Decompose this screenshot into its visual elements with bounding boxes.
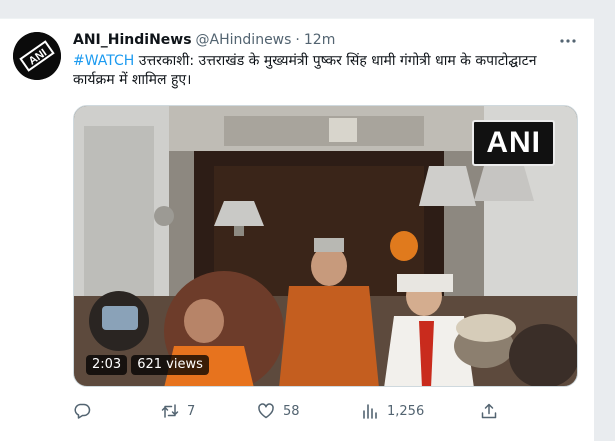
reply-icon	[74, 403, 91, 419]
more-options-button[interactable]	[556, 31, 580, 51]
separator-dot: ·	[295, 32, 300, 48]
video-views: 621 views	[131, 355, 209, 375]
like-button[interactable]: 58	[257, 400, 300, 422]
tweet-text: #WATCH उत्तरकाशी: उत्तराखंड के मुख्यमंत्…	[73, 52, 573, 90]
ani-watermark: ANI	[472, 120, 555, 166]
tweet-actions: 7 58 1,256	[73, 400, 503, 424]
ani-avatar-logo: ANI	[13, 32, 61, 80]
analytics-icon	[363, 404, 377, 419]
like-icon	[258, 403, 274, 419]
video-player[interactable]: ANI 2:03 621 views	[73, 105, 578, 387]
more-icon	[560, 39, 576, 43]
share-button[interactable]	[480, 400, 506, 422]
avatar[interactable]: ANI	[13, 32, 61, 80]
video-duration: 2:03	[86, 355, 128, 375]
display-name[interactable]: ANI_HindiNews	[73, 32, 192, 48]
share-icon	[481, 403, 497, 419]
analytics-button[interactable]: 1,256	[361, 400, 424, 422]
retweet-button[interactable]: 7	[161, 400, 195, 422]
tweet-body: उत्तरकाशी: उत्तराखंड के मुख्यमंत्री पुष्…	[73, 53, 537, 88]
tweet-header: ANI_HindiNews @AHindinews · 12m	[73, 30, 580, 50]
tweet-time[interactable]: 12m	[304, 32, 335, 48]
reply-button[interactable]	[73, 400, 99, 422]
hashtag-link[interactable]: #WATCH	[73, 53, 134, 69]
like-count: 58	[283, 403, 300, 419]
video-badges: 2:03 621 views	[86, 355, 209, 375]
tweet-card[interactable]: ANI ANI_HindiNews @AHindinews · 12m #WAT…	[0, 18, 594, 441]
retweet-icon	[161, 404, 179, 418]
analytics-count: 1,256	[387, 403, 425, 419]
retweet-count: 7	[187, 403, 196, 419]
user-handle[interactable]: @AHindinews	[196, 32, 292, 48]
